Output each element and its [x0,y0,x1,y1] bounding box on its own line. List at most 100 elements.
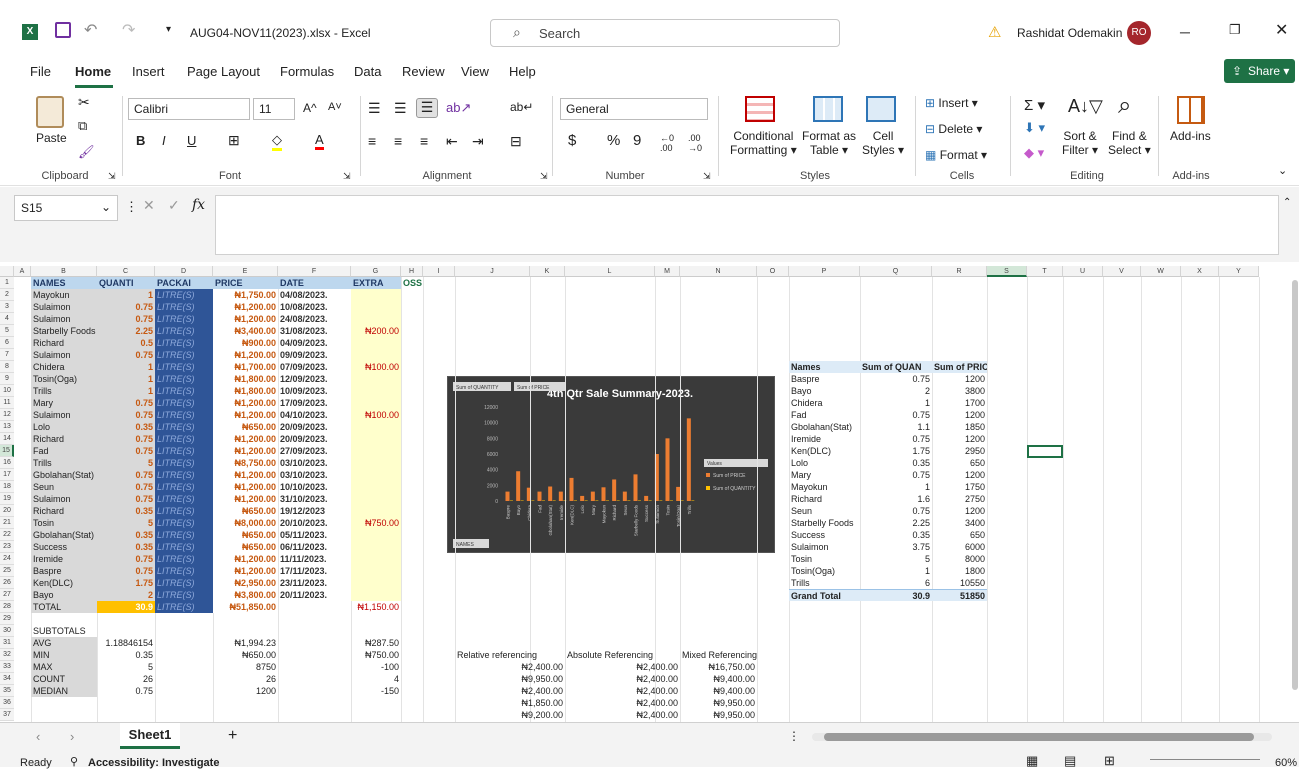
row-header-32[interactable]: 32 [0,649,14,661]
chart-button-quantity[interactable]: Sum of QUANTITY [456,385,499,391]
fill-icon[interactable]: ⬇ ▾ [1024,120,1045,136]
borders-icon[interactable]: ⊞ [228,132,240,149]
row-header-11[interactable]: 11 [0,397,14,409]
bar-quantity[interactable] [520,500,524,502]
align-bottom-icon[interactable]: ☰ [416,98,438,118]
shrink-font-button[interactable]: A˅ [328,101,342,113]
cell-styles-button[interactable]: Cell Styles ▾ [862,129,904,157]
format-painter-icon[interactable]: 🖌 [78,144,95,160]
bar-price[interactable] [505,491,510,501]
bar-price[interactable] [516,471,521,501]
copy-icon[interactable]: ⧉ [78,118,87,134]
font-size-select[interactable]: 11 [253,98,295,120]
row-header-1[interactable]: 1 [0,277,14,289]
row-header-7[interactable]: 7 [0,349,14,361]
bar-quantity[interactable] [606,500,609,502]
search-box[interactable]: ⌕ Search [490,19,840,47]
avatar[interactable]: RO [1127,21,1151,45]
clear-icon[interactable]: ◆ ▾ [1024,145,1044,161]
bar-quantity[interactable] [616,500,620,502]
prev-sheet-icon[interactable]: ‹ [36,729,40,744]
sheet-tab-sheet1[interactable]: Sheet1 [120,723,180,749]
selected-cell[interactable] [1027,445,1063,458]
add-ins-button[interactable]: Add-ins [1170,129,1211,143]
align-center-icon[interactable]: ≡ [394,133,402,149]
select-all-corner[interactable] [0,266,14,277]
percent-button[interactable]: % [607,132,620,149]
horizontal-scrollbar[interactable] [812,733,1272,741]
merge-center-icon[interactable]: ⊟ [510,133,522,150]
column-header-c[interactable]: C [97,266,155,277]
insert-function-button[interactable]: fx [192,197,205,213]
menu-help[interactable]: Help [509,64,536,79]
row-header-15[interactable]: 15 [0,445,14,457]
align-right-icon[interactable]: ≡ [420,133,428,149]
format-as-table-button[interactable]: Format as Table ▾ [802,129,856,157]
fill-color-icon[interactable]: ◇ [272,132,282,151]
worksheet-grid[interactable]: 4th Qtr Sale Summary-2023. Sum of QUANTI… [0,266,1299,722]
column-header-w[interactable]: W [1141,266,1181,277]
bar-price[interactable] [537,491,542,501]
menu-view[interactable]: View [461,64,489,79]
row-header-2[interactable]: 2 [0,289,14,301]
autosum-icon[interactable]: Σ ▾ [1024,96,1045,114]
column-header-q[interactable]: Q [860,266,932,277]
column-header-g[interactable]: G [351,266,401,277]
menu-review[interactable]: Review [402,64,445,79]
row-header-9[interactable]: 9 [0,373,14,385]
row-header-6[interactable]: 6 [0,337,14,349]
cut-icon[interactable]: ✂ [78,94,90,111]
cancel-icon[interactable]: ✕ [143,197,155,214]
column-header-x[interactable]: X [1181,266,1219,277]
bar-quantity[interactable] [552,500,556,502]
zoom-level[interactable]: 60% [1275,757,1297,769]
menu-insert[interactable]: Insert [132,64,165,79]
row-header-36[interactable]: 36 [0,697,14,709]
row-header-20[interactable]: 20 [0,505,14,517]
row-header-26[interactable]: 26 [0,577,14,589]
decrease-decimal-icon[interactable]: .00 →0 [688,133,702,153]
row-header-24[interactable]: 24 [0,553,14,565]
bar-price[interactable] [569,477,574,501]
formula-input[interactable] [215,195,1279,255]
row-header-18[interactable]: 18 [0,481,14,493]
bar-quantity[interactable] [531,500,535,502]
warning-icon[interactable]: ⚠ [988,23,1001,41]
column-header-e[interactable]: E [213,266,278,277]
find-select-button[interactable]: Find & Select ▾ [1108,129,1151,157]
bold-button[interactable]: B [136,133,145,148]
comma-button[interactable]: 9 [633,132,641,149]
row-header-19[interactable]: 19 [0,493,14,505]
customize-qat-icon[interactable]: ▾ [166,24,171,35]
bar-price[interactable] [622,491,627,501]
decrease-indent-icon[interactable]: ⇤ [446,133,458,150]
row-header-31[interactable]: 31 [0,637,14,649]
insert-cells-button[interactable]: ⊞ Insert ▾ [925,96,978,110]
column-header-o[interactable]: O [757,266,789,277]
bar-quantity[interactable] [574,500,577,502]
bar-price[interactable] [590,491,595,501]
dialog-launcher-icon[interactable]: ⇲ [108,171,116,182]
row-header-27[interactable]: 27 [0,589,14,601]
number-format-select[interactable]: General [560,98,708,120]
align-left-icon[interactable]: ≡ [368,133,376,149]
dialog-launcher-icon[interactable]: ⇲ [703,171,711,182]
restore-icon[interactable]: ❐ [1229,22,1241,38]
row-header-30[interactable]: 30 [0,625,14,637]
menu-file[interactable]: File [30,64,51,79]
row-header-25[interactable]: 25 [0,565,14,577]
column-header-r[interactable]: R [932,266,987,277]
row-header-16[interactable]: 16 [0,457,14,469]
row-header-14[interactable]: 14 [0,433,14,445]
column-header-b[interactable]: B [31,266,97,277]
column-header-m[interactable]: M [655,266,680,277]
dialog-launcher-icon[interactable]: ⇲ [540,171,548,182]
find-select-icon[interactable]: ⌕ [1118,92,1131,120]
sort-filter-icon[interactable]: A↓▽ [1068,96,1103,117]
column-header-a[interactable]: A [14,266,31,277]
bar-price[interactable] [665,438,670,501]
menu-data[interactable]: Data [354,64,381,79]
bar-quantity[interactable] [584,500,588,502]
column-header-v[interactable]: V [1103,266,1141,277]
format-as-table-icon[interactable] [813,96,843,122]
